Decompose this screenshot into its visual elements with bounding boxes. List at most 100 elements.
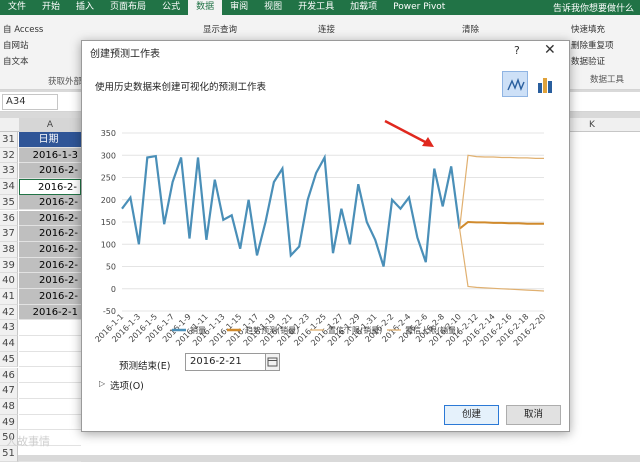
series-line [459, 228, 545, 292]
column-k-header[interactable]: K [580, 118, 604, 132]
ribbon-tab[interactable]: 文件 [0, 0, 34, 15]
from-web-button[interactable]: 自网站 [3, 39, 29, 51]
y-tick-label: 100 [101, 240, 116, 249]
cell-a[interactable]: 日期 [19, 132, 81, 148]
ribbon-tab[interactable]: 页面布局 [102, 0, 154, 15]
connect-button[interactable]: 连接 [318, 23, 335, 35]
close-button[interactable]: ✕ [544, 42, 556, 58]
series-line [459, 154, 544, 229]
row-number[interactable]: 49 [0, 414, 18, 431]
cell-a[interactable] [19, 320, 81, 337]
data-tools-group: 数据工具 [590, 75, 625, 85]
ribbon-tab[interactable]: 审阅 [222, 0, 256, 15]
options-expand-icon[interactable]: ▷ [99, 379, 105, 388]
row-number[interactable]: 36 [0, 210, 18, 227]
y-tick-label: -50 [103, 307, 116, 316]
cell-a[interactable]: 2016-2- [19, 226, 81, 242]
create-forecast-dialog: 创建预测工作表 ? ✕ 使用历史数据来创建可视化的预测工作表 -50 0 50 100… [81, 40, 570, 432]
row-number[interactable]: 40 [0, 273, 18, 289]
cell-a[interactable]: 2016-2- [19, 179, 81, 195]
row-number[interactable]: 34 [0, 179, 18, 195]
remove-duplicates-button[interactable]: 删除重复项 [571, 39, 614, 51]
row-number[interactable]: 32 [0, 147, 18, 164]
legend-label: 销量 [190, 325, 206, 335]
ribbon-tab[interactable]: 数据 [188, 0, 223, 15]
cell-a[interactable]: 2016-2- [19, 163, 81, 180]
create-button[interactable]: 创建 [444, 405, 499, 425]
cell-a[interactable]: 2016-2- [19, 257, 81, 274]
row-number[interactable]: 46 [0, 367, 18, 384]
ribbon-tab[interactable]: 加载项 [342, 0, 385, 15]
cell-a[interactable]: 2016-2- [19, 289, 81, 305]
row-number[interactable]: 35 [0, 194, 18, 211]
ribbon-tab[interactable]: 开始 [34, 0, 68, 15]
row-number[interactable]: 33 [0, 163, 18, 180]
cancel-button[interactable]: 取消 [506, 405, 561, 425]
row-number[interactable]: 41 [0, 289, 18, 305]
cell-a[interactable]: 2016-2- [19, 241, 81, 258]
row-number[interactable]: 44 [0, 336, 18, 352]
row-number[interactable]: 43 [0, 320, 18, 337]
data-validation-button[interactable]: 数据验证 [571, 55, 605, 67]
row-number[interactable]: 37 [0, 226, 18, 242]
ribbon-tab[interactable]: 视图 [256, 0, 290, 15]
y-tick-label: 300 [101, 151, 116, 160]
help-button[interactable]: ? [514, 44, 520, 57]
ribbon-tab[interactable]: Power Pivot [385, 0, 453, 15]
ribbon-tab[interactable]: 开发工具 [290, 0, 342, 15]
line-chart-type-button[interactable] [502, 71, 528, 97]
show-query-button[interactable]: 显示查询 [203, 23, 237, 35]
ribbon-tab[interactable]: 插入 [68, 0, 102, 15]
calendar-button[interactable] [265, 353, 280, 371]
forecast-end-label: 预测结束(E) [119, 361, 171, 372]
forecast-chart: -500501001502002503003502016-1-12016-1-3… [93, 119, 547, 346]
cell-a[interactable] [19, 368, 81, 384]
y-tick-label: 50 [106, 263, 116, 272]
y-tick-label: 0 [111, 285, 116, 294]
row-number[interactable]: 42 [0, 304, 18, 321]
cell-a[interactable]: 2016-1-3 [19, 147, 81, 164]
from-access-button[interactable]: 自 Access [3, 23, 43, 35]
column-chart-icon [538, 78, 552, 93]
ribbon-tabs: 文件 开始 插入 页面布局 公式 数据 审阅 视图 开发工具 加载项 Power Pivot 告诉我你… [0, 0, 640, 15]
cell-a[interactable] [19, 383, 81, 399]
forecast-end-input[interactable]: 2016-2-21 [185, 353, 267, 371]
cell-a[interactable]: 2016-2- [19, 194, 81, 211]
watermark: 人故事情 [6, 435, 50, 448]
row-number[interactable]: 48 [0, 398, 18, 415]
row-number[interactable]: 47 [0, 383, 18, 399]
cell-a[interactable] [19, 352, 81, 368]
y-tick-label: 350 [101, 129, 116, 138]
cell-a[interactable] [19, 399, 81, 415]
from-text-button[interactable]: 自文本 [3, 55, 29, 67]
y-tick-label: 250 [101, 174, 116, 183]
calendar-icon [267, 357, 278, 367]
ribbon-tab[interactable]: 公式 [154, 0, 188, 15]
y-tick-label: 150 [101, 218, 116, 227]
row-number[interactable]: 38 [0, 241, 18, 258]
tell-me-search[interactable]: 告诉我你想要做什么 [553, 1, 640, 14]
series-line [121, 153, 461, 267]
cell-a[interactable]: 2016-2- [19, 210, 81, 227]
legend-label: 趋势预测(销量) [245, 325, 299, 335]
dialog-title: 创建预测工作表 [90, 49, 160, 60]
row-number[interactable]: 31 [0, 132, 18, 148]
legend-label: 置信下限(销量) [328, 325, 382, 335]
column-a-header[interactable]: A [19, 118, 81, 132]
sheet-row: 50 [0, 430, 640, 446]
y-tick-label: 200 [101, 196, 116, 205]
name-box[interactable]: A34 [2, 94, 58, 110]
flash-fill-button[interactable]: 快速填充 [571, 23, 605, 35]
cell-a[interactable] [19, 336, 81, 352]
row-number[interactable]: 39 [0, 257, 18, 274]
row-number[interactable]: 45 [0, 351, 18, 368]
cell-a[interactable]: 2016-2-1 [19, 304, 81, 321]
line-chart-icon [507, 77, 525, 91]
cell-a[interactable]: 2016-2- [19, 273, 81, 289]
column-chart-type-button[interactable] [532, 71, 558, 97]
cell-a[interactable] [19, 415, 81, 431]
sheet-row: 51 [0, 446, 640, 462]
clear-button[interactable]: 清除 [462, 23, 479, 35]
options-toggle[interactable]: 选项(O) [110, 378, 144, 392]
dialog-description: 使用历史数据来创建可视化的预测工作表 [95, 82, 267, 93]
